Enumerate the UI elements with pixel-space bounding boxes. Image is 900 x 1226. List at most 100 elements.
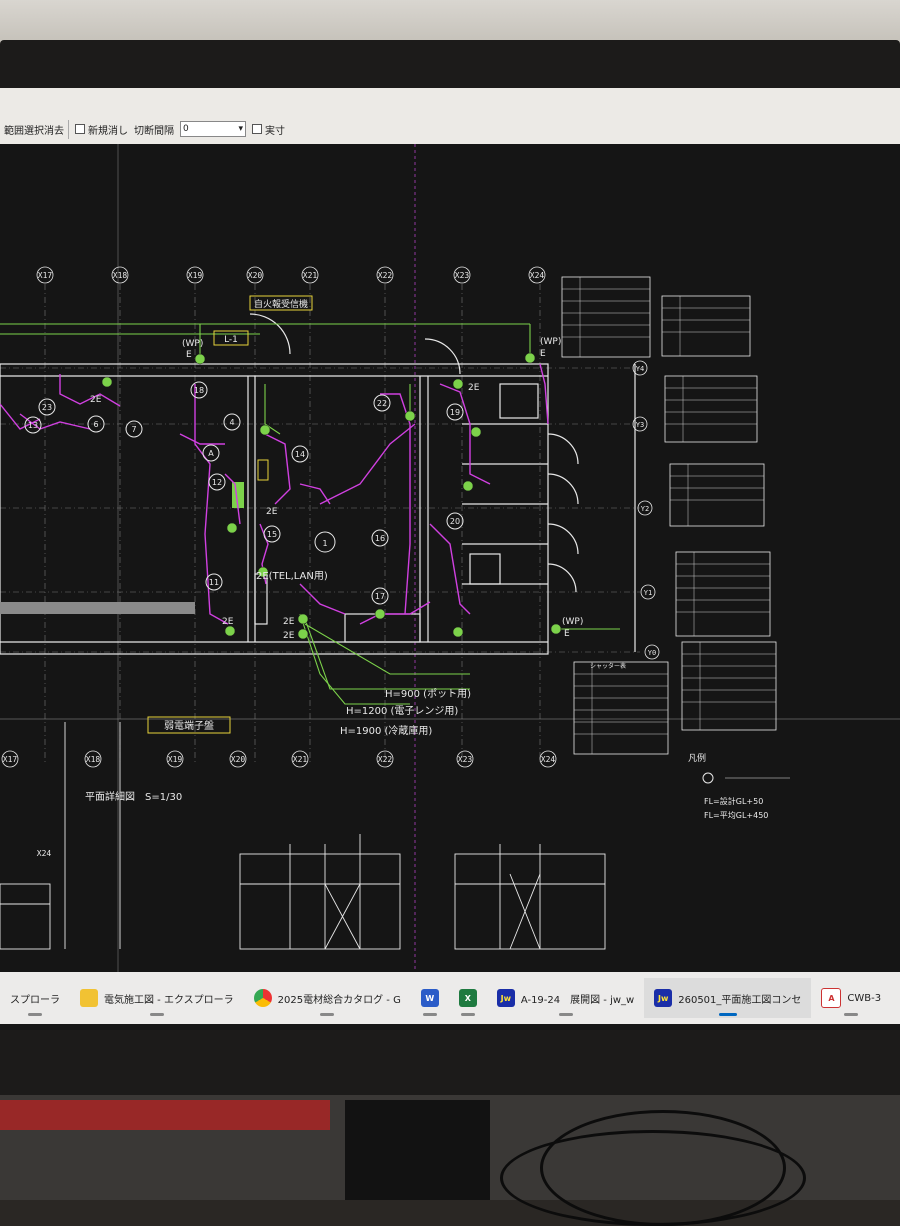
circle-number: 18 — [194, 386, 204, 395]
l1-label: L-1 — [224, 335, 238, 345]
cad-toolbar: 範囲選択消去 新規消し 切断間隔 0 ▾ 実寸 — [0, 88, 900, 145]
circle-number: 15 — [267, 530, 277, 539]
e-label: E — [564, 629, 570, 639]
e-label: E — [540, 349, 546, 359]
outlet-label: 2E — [90, 395, 102, 405]
h1900-label: H=1900 (冷蔵庫用) — [340, 724, 432, 737]
taskbar-item-pdf[interactable]: A CWB-3 — [811, 978, 891, 1018]
circle-number: 14 — [295, 450, 305, 459]
column-label: X19 — [168, 755, 183, 764]
checkbox-icon[interactable] — [252, 124, 262, 134]
circle-number: 12 — [212, 478, 222, 487]
taskbar-item-jww-elevation[interactable]: Jw A-19-24 展開図 - jw_w — [487, 978, 644, 1018]
column-label: X17 — [38, 271, 53, 280]
wp-label-left: (WP) — [182, 339, 203, 349]
cable — [500, 1130, 806, 1226]
column-label: X24 — [37, 849, 52, 858]
cad-canvas[interactable]: X17 X18 X19 X20 X21 X22 X23 X24 X17 X18 … — [0, 144, 900, 972]
taskbar-item-label: スプローラ — [10, 994, 60, 1006]
checkbox-icon[interactable] — [75, 124, 85, 134]
schedule-tables — [561, 276, 777, 755]
taskbar-item-jww-plan[interactable]: Jw 260501_平面施工図コンセ — [644, 978, 812, 1018]
circle-number: 16 — [375, 534, 385, 543]
circle-number: 4 — [229, 418, 234, 427]
jww-icon: Jw — [654, 989, 673, 1007]
column-label: X24 — [541, 755, 556, 764]
outlet-label: 2E — [283, 617, 295, 627]
circle-number: 20 — [450, 517, 460, 526]
h1200-label: H=1200 (電子レンジ用) — [346, 705, 458, 717]
taskbar-item-label: 260501_平面施工図コンセ — [678, 994, 802, 1006]
wiring-magenta — [0, 363, 549, 625]
taskbar-item-label: CWB-3 — [847, 992, 882, 1004]
outlet-symbols — [101, 352, 562, 640]
pdf-icon: A — [821, 988, 842, 1008]
taskbar: スプローラ 電気施工図 - エクスプローラ 2025電材総合カタログ - G W… — [0, 972, 900, 1024]
outlet-label: 2E — [266, 507, 278, 517]
active-indicator — [718, 1013, 737, 1016]
plan-title: 平面詳細図 S=1/30 — [85, 790, 182, 803]
running-indicator — [460, 1013, 475, 1016]
circle-number: 13 — [28, 421, 38, 430]
legend-fl2: FL=平均GL+450 — [704, 810, 768, 820]
outlet-label: 2E — [283, 631, 295, 641]
shutter-table-title: シャッター表 — [590, 662, 626, 670]
column-label: X18 — [86, 755, 101, 764]
monitor-screen: 範囲選択消去 新規消し 切断間隔 0 ▾ 実寸 X17 X18 X19 X20 … — [0, 88, 900, 1030]
circle-number: 17 — [375, 592, 385, 601]
column-label: X23 — [458, 755, 473, 764]
cut-interval-value: 0 — [183, 124, 189, 134]
circle-number: 1 — [322, 539, 327, 548]
actual-size-label: 実寸 — [265, 125, 285, 137]
circle-number: 7 — [131, 425, 136, 434]
row-label: Y3 — [636, 421, 644, 429]
tel-lan-label: 2E(TEL,LAN用) — [256, 571, 328, 582]
outlet-label: 2E — [468, 383, 480, 393]
circle-number: 6 — [93, 420, 98, 429]
legend-fl1: FL=設計GL+50 — [704, 796, 763, 806]
running-indicator — [149, 1013, 164, 1016]
row-label: Y1 — [644, 589, 652, 597]
cut-interval-label: 切断間隔 — [134, 125, 174, 137]
e-label: E — [186, 350, 192, 360]
select-clear-button[interactable]: 範囲選択消去 — [0, 119, 69, 139]
taskbar-item-label: A-19-24 展開図 - jw_w — [520, 994, 635, 1006]
taskbar-item-explorer-partial[interactable]: スプローラ — [0, 978, 70, 1018]
table-rows — [562, 277, 776, 754]
taskbar-item-label: 2025電材総合カタログ - G — [277, 994, 401, 1006]
taskbar-item-label: 電気施工図 - エクスプローラ — [104, 994, 234, 1006]
outlet-label: 2E — [222, 617, 234, 627]
excel-icon: X — [458, 989, 477, 1007]
monitor-stand — [345, 1100, 490, 1200]
column-label: X21 — [303, 271, 318, 280]
circle-number: 22 — [377, 399, 387, 408]
circle-number: A — [208, 449, 214, 458]
wp-label-right: (WP) — [540, 337, 561, 347]
column-label: X21 — [293, 755, 308, 764]
circle-number: 19 — [450, 408, 460, 417]
column-labels: X17 X18 X19 X20 X21 X22 X23 X24 X17 X18 … — [3, 271, 556, 858]
chevron-down-icon: ▾ — [238, 124, 243, 134]
toolbar-row: 範囲選択消去 新規消し 切断間隔 0 ▾ 実寸 — [0, 118, 285, 140]
column-label: X19 — [188, 271, 203, 280]
jww-icon: Jw — [496, 989, 515, 1007]
taskbar-item-chrome[interactable]: 2025電材総合カタログ - G — [244, 978, 411, 1018]
cut-interval-select[interactable]: 0 ▾ — [180, 121, 246, 137]
actual-size-checkbox[interactable]: 実寸 — [252, 122, 285, 137]
taskbar-item-word[interactable]: W — [411, 978, 449, 1018]
column-label: X20 — [248, 271, 263, 280]
taskbar-item-excel[interactable]: X — [449, 978, 487, 1018]
word-icon: W — [420, 989, 439, 1007]
new-clear-checkbox[interactable]: 新規消し — [75, 122, 128, 137]
taskbar-item-explorer[interactable]: 電気施工図 - エクスプローラ — [70, 978, 244, 1018]
running-indicator — [320, 1013, 335, 1016]
circle-number: 11 — [209, 578, 219, 587]
weak-terminal-label: 弱電端子盤 — [164, 719, 214, 732]
column-label: X22 — [378, 755, 393, 764]
fire-alarm-label: 自火報受信機 — [254, 298, 308, 310]
folder-icon — [80, 989, 98, 1007]
h900-label: H=900 (ポット用) — [385, 688, 471, 700]
running-indicator — [28, 1013, 42, 1016]
column-label: X23 — [455, 271, 470, 280]
column-label: X18 — [113, 271, 128, 280]
